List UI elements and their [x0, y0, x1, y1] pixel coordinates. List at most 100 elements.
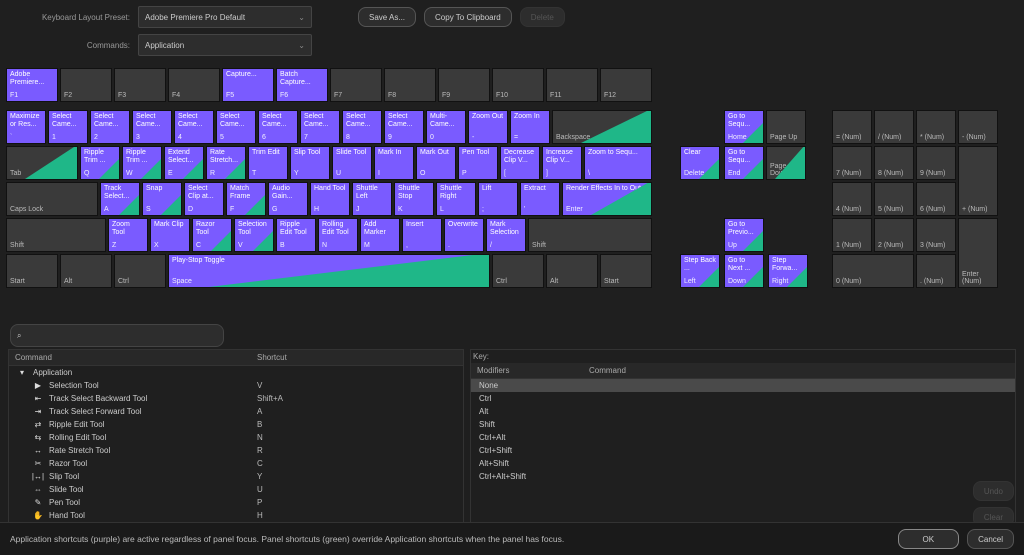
- key--num-[interactable]: - (Num): [958, 110, 998, 144]
- modifier-row[interactable]: Ctrl+Shift: [471, 444, 1015, 457]
- key--[interactable]: Overwrite.: [444, 218, 484, 252]
- modifier-list[interactable]: NoneCtrlAltShiftCtrl+AltCtrl+ShiftAlt+Sh…: [471, 379, 1015, 522]
- key-l[interactable]: Shuttle RightL: [436, 182, 476, 216]
- key-o[interactable]: Mark OutO: [416, 146, 456, 180]
- key-f12[interactable]: F12: [600, 68, 652, 102]
- key-right[interactable]: Step Forwa...Right: [768, 254, 808, 288]
- key-f2[interactable]: F2: [60, 68, 112, 102]
- key--[interactable]: Zoom In=: [510, 110, 550, 144]
- key-1[interactable]: Select Came...1: [48, 110, 88, 144]
- key-shift[interactable]: Shift: [528, 218, 652, 252]
- key-d[interactable]: Select Clip at...D: [184, 182, 224, 216]
- command-item[interactable]: ▶Selection ToolV: [9, 379, 463, 392]
- key-page-up[interactable]: Page Up: [766, 110, 806, 144]
- key-f4[interactable]: F4: [168, 68, 220, 102]
- key-f[interactable]: Match FrameF: [226, 182, 266, 216]
- modifier-row[interactable]: Shift: [471, 418, 1015, 431]
- commands-dropdown[interactable]: Application ⌄: [138, 34, 312, 56]
- key-end[interactable]: Go to Sequ...End: [724, 146, 764, 180]
- key-i[interactable]: Mark InI: [374, 146, 414, 180]
- key--[interactable]: Maximize or Res...`: [6, 110, 46, 144]
- key--num-[interactable]: / (Num): [874, 110, 914, 144]
- key-enter[interactable]: Render Effects In to OutEnter: [562, 182, 652, 216]
- key-f8[interactable]: F8: [384, 68, 436, 102]
- key-page-down[interactable]: Page Down: [766, 146, 806, 180]
- command-list-body[interactable]: ▾Application▶Selection ToolV⇤Track Selec…: [9, 366, 463, 522]
- command-item[interactable]: ⇆Rolling Edit ToolN: [9, 431, 463, 444]
- key--[interactable]: Insert,: [402, 218, 442, 252]
- tree-root[interactable]: ▾Application: [9, 366, 463, 379]
- key-a[interactable]: Track Select...A: [100, 182, 140, 216]
- key-backspace[interactable]: Backspace: [552, 110, 652, 144]
- key-3[interactable]: Select Came...3: [132, 110, 172, 144]
- key-z[interactable]: Zoom ToolZ: [108, 218, 148, 252]
- key--[interactable]: Increase Clip V...]: [542, 146, 582, 180]
- key-start[interactable]: Start: [6, 254, 58, 288]
- key-ctrl[interactable]: Ctrl: [492, 254, 544, 288]
- key--[interactable]: Zoom Out-: [468, 110, 508, 144]
- key-8-num-[interactable]: 8 (Num): [874, 146, 914, 180]
- modifier-row[interactable]: Ctrl+Alt: [471, 431, 1015, 444]
- key-f5[interactable]: Capture...F5: [222, 68, 274, 102]
- key-9-num-[interactable]: 9 (Num): [916, 146, 956, 180]
- key-j[interactable]: Shuttle LeftJ: [352, 182, 392, 216]
- key--num-[interactable]: = (Num): [832, 110, 872, 144]
- key-f11[interactable]: F11: [546, 68, 598, 102]
- save-as-button[interactable]: Save As...: [358, 7, 416, 27]
- delete-button[interactable]: Delete: [520, 7, 565, 27]
- key--num-[interactable]: + (Num): [958, 146, 998, 216]
- key-2[interactable]: Select Came...2: [90, 110, 130, 144]
- key-alt[interactable]: Alt: [60, 254, 112, 288]
- key-up[interactable]: Go to Previo...Up: [724, 218, 764, 252]
- key-enter-num-[interactable]: Enter (Num): [958, 218, 998, 288]
- key-alt[interactable]: Alt: [546, 254, 598, 288]
- key-9[interactable]: Select Came...9: [384, 110, 424, 144]
- key-delete[interactable]: ClearDelete: [680, 146, 720, 180]
- key-e[interactable]: Extend Select...E: [164, 146, 204, 180]
- modifier-row[interactable]: None: [471, 379, 1015, 392]
- command-item[interactable]: ✋Hand ToolH: [9, 509, 463, 522]
- key-3-num-[interactable]: 3 (Num): [916, 218, 956, 252]
- key--[interactable]: Zoom to Sequ...\: [584, 146, 652, 180]
- modifier-row[interactable]: Alt+Shift: [471, 457, 1015, 470]
- undo-button[interactable]: Undo: [973, 481, 1014, 501]
- key-m[interactable]: Add MarkerM: [360, 218, 400, 252]
- command-item[interactable]: ⇔Slide ToolU: [9, 483, 463, 496]
- key-caps-lock[interactable]: Caps Lock: [6, 182, 98, 216]
- ok-button[interactable]: OK: [898, 529, 960, 549]
- cancel-button[interactable]: Cancel: [967, 529, 1014, 549]
- key-6-num-[interactable]: 6 (Num): [916, 182, 956, 216]
- modifier-row[interactable]: Ctrl+Alt+Shift: [471, 470, 1015, 483]
- key-b[interactable]: Ripple Edit ToolB: [276, 218, 316, 252]
- key-t[interactable]: Trim EditT: [248, 146, 288, 180]
- key-x[interactable]: Mark ClipX: [150, 218, 190, 252]
- command-item[interactable]: ⇄Ripple Edit ToolB: [9, 418, 463, 431]
- command-item[interactable]: ↔Rate Stretch ToolR: [9, 444, 463, 457]
- key-5-num-[interactable]: 5 (Num): [874, 182, 914, 216]
- command-item[interactable]: ⇥Track Select Forward ToolA: [9, 405, 463, 418]
- key-w[interactable]: Ripple Trim ...W: [122, 146, 162, 180]
- key--[interactable]: Lift;: [478, 182, 518, 216]
- key-v[interactable]: Selection ToolV: [234, 218, 274, 252]
- key-shift[interactable]: Shift: [6, 218, 106, 252]
- key--[interactable]: Decrease Clip V...[: [500, 146, 540, 180]
- copy-clipboard-button[interactable]: Copy To Clipboard: [424, 7, 512, 27]
- key--num-[interactable]: . (Num): [916, 254, 956, 288]
- key-g[interactable]: Audio Gain...G: [268, 182, 308, 216]
- key-f10[interactable]: F10: [492, 68, 544, 102]
- key-tab[interactable]: Tab: [6, 146, 78, 180]
- modifier-row[interactable]: Alt: [471, 405, 1015, 418]
- key-4-num-[interactable]: 4 (Num): [832, 182, 872, 216]
- key-c[interactable]: Razor ToolC: [192, 218, 232, 252]
- key-space[interactable]: Play-Stop ToggleSpace: [168, 254, 490, 288]
- key--[interactable]: Mark Selection/: [486, 218, 526, 252]
- key-7-num-[interactable]: 7 (Num): [832, 146, 872, 180]
- key-0[interactable]: Multi-Came...0: [426, 110, 466, 144]
- key-5[interactable]: Select Came...5: [216, 110, 256, 144]
- key-8[interactable]: Select Came...8: [342, 110, 382, 144]
- key-down[interactable]: Go to Next ...Down: [724, 254, 764, 288]
- search-input[interactable]: ⌕: [10, 324, 224, 347]
- key-s[interactable]: SnapS: [142, 182, 182, 216]
- key-2-num-[interactable]: 2 (Num): [874, 218, 914, 252]
- key--[interactable]: Extract': [520, 182, 560, 216]
